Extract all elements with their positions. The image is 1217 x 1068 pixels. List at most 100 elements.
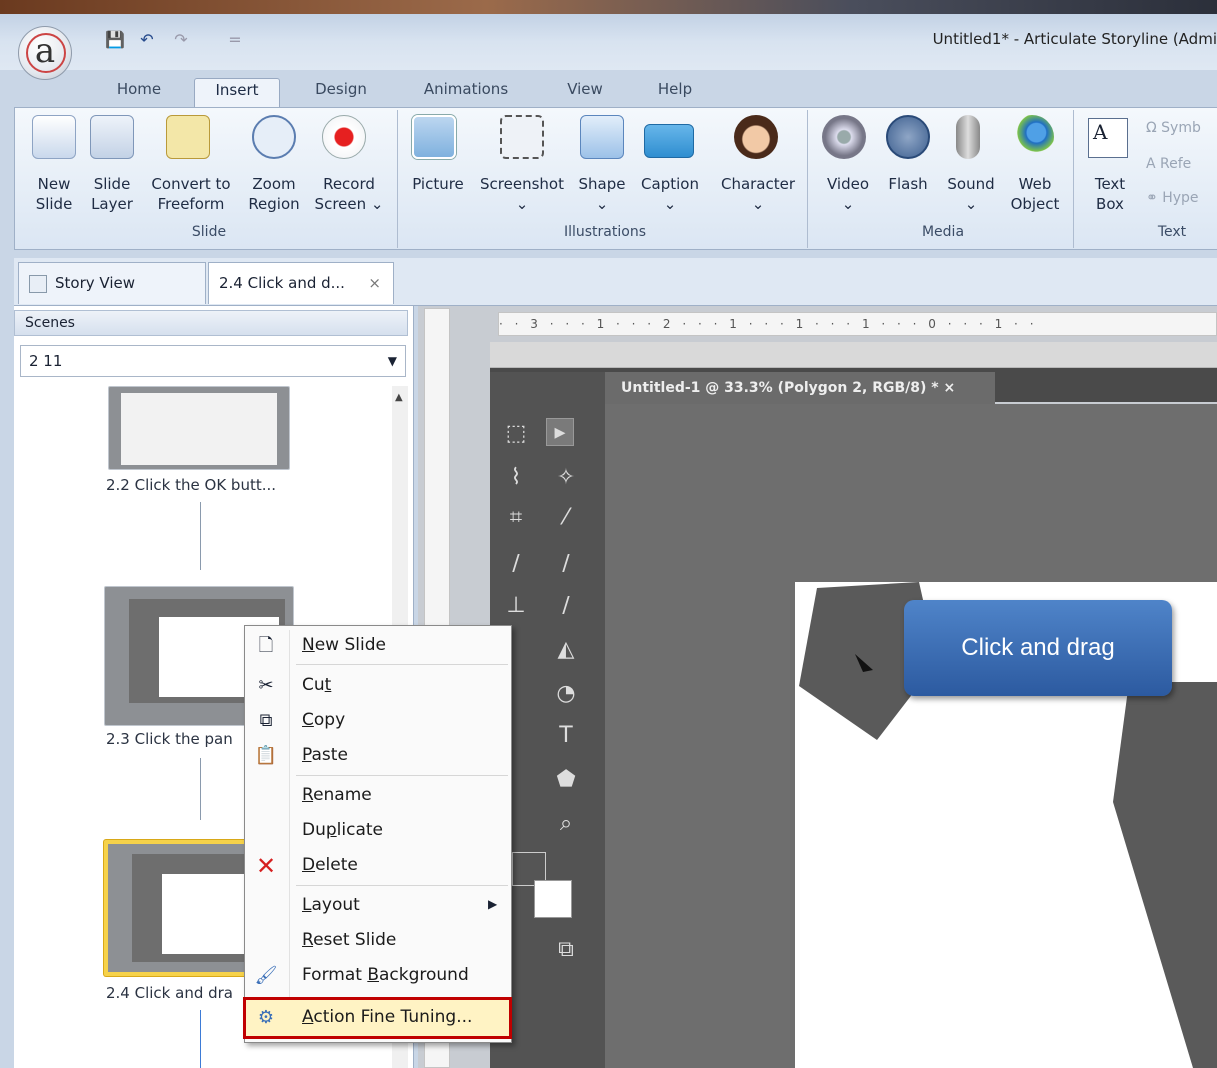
new-slide-button[interactable]: New Slide [28,174,80,214]
character-button[interactable]: Character ⌄ [714,174,802,214]
group-label-illustrations: Illustrations [563,224,646,240]
slide-label: 2.3 Click the pan [106,730,233,748]
callout-click-and-drag: Click and drag [904,600,1172,696]
menu-item-new-slide[interactable]: New Slide [244,628,512,663]
format-background-icon: 🖌 [254,965,278,986]
group-label-media: Media [921,224,965,240]
tab-view[interactable]: View [550,78,620,108]
slide-layer-button[interactable]: Slide Layer [86,174,138,214]
reference-button[interactable]: A Refe [1146,156,1191,172]
type-tool-icon: T [559,723,573,748]
stamp-tool-icon: ⊥ [506,593,526,618]
action-fine-tuning-icon: ⚙ [257,1007,275,1028]
customize-icon[interactable]: = [224,30,246,50]
tab-insert[interactable]: Insert [194,78,280,108]
save-icon[interactable]: 💾 [104,30,126,50]
eyedropper-icon: ⁄ [564,505,568,530]
menu-item-copy[interactable]: Copy [244,703,512,738]
menu-item-action-fine-tuning[interactable]: Action Fine Tuning... [244,1000,512,1035]
shape-icon [580,115,624,159]
undo-icon[interactable]: ↶ [136,30,158,50]
menu-item-delete[interactable]: Delete [244,848,512,883]
tab-slide-2-4[interactable]: 2.4 Click and d... × [208,262,394,304]
shape-tool-icon: ⬟ [556,767,576,792]
chevron-down-icon: ▼ [387,354,397,368]
connector-line [200,758,201,820]
new-slide-icon [32,115,76,159]
brush-tool-icon: ∕ [562,551,570,576]
flash-button[interactable]: Flash [880,174,936,194]
group-label-text: Text [1157,224,1187,240]
menu-separator [296,664,508,665]
scene-select[interactable]: 2 11 ▼ [20,345,406,377]
menu-separator [296,885,508,886]
picture-icon [412,115,456,159]
symbol-button[interactable]: Ω Symb [1146,120,1201,136]
tab-design[interactable]: Design [296,78,386,108]
web-object-icon [1010,115,1054,159]
story-view-icon [29,274,47,293]
menu-item-rename[interactable]: Rename [244,778,512,813]
menu-item-cut[interactable]: Cut [244,668,512,703]
menu-item-format-background[interactable]: Format Background [244,958,512,993]
screen-mode-icon: ⧉ [558,937,574,962]
connector-line [200,1010,201,1068]
tab-animations[interactable]: Animations [406,78,526,108]
tab-home[interactable]: Home [100,78,178,108]
menu-item-layout[interactable]: Layout [244,888,512,923]
menu-separator [296,775,508,776]
screenshot-button[interactable]: Screenshot ⌄ [474,174,570,214]
convert-freeform-icon [166,115,210,159]
scenes-header: Scenes [14,310,408,336]
cut-icon: ✂ [258,675,274,696]
horizontal-ruler: · · 3 · · · 1 · · · 2 · · · 1 · · · 1 · … [498,312,1217,336]
connector-line [200,502,201,570]
slide-thumbnail[interactable] [108,386,290,470]
sound-button[interactable]: Sound ⌄ [940,174,1002,214]
caption-icon [644,124,694,158]
character-icon [734,115,778,159]
delete-icon: ✕ [255,852,277,880]
polygon-shape [1113,682,1217,1068]
magic-wand-icon: ✧ [556,465,576,490]
menu-item-reset-slide[interactable]: Reset Slide [244,923,512,958]
lasso-tool-icon: ⌇ [510,465,522,490]
healing-brush-icon: ∕ [512,551,520,576]
background-color-icon [534,880,572,918]
record-screen-button[interactable]: Record Screen ⌄ [310,174,388,214]
move-tool-icon: ▸ [546,418,574,446]
text-box-icon: A [1088,118,1128,158]
redo-icon[interactable]: ↷ [170,30,192,50]
hyperlink-button[interactable]: ⚭ Hype [1146,190,1199,206]
copy-icon: ⧉ [259,710,273,731]
zoom-region-button[interactable]: Zoom Region [242,174,306,214]
slide-label: 2.2 Click the OK butt... [106,476,277,494]
paste-icon: 📋 [254,745,278,766]
submenu-arrow-icon: ▶ [488,897,498,911]
close-tab-icon[interactable]: × [368,263,381,303]
app-menu-button[interactable]: a [18,26,72,80]
convert-to-freeform-button[interactable]: Convert to Freeform [144,174,238,214]
group-label-slide: Slide [191,224,227,240]
video-button[interactable]: Video ⌄ [818,174,878,214]
flash-icon [886,115,930,159]
zoom-tool-icon: ⌕ [559,811,573,836]
video-icon [822,115,866,159]
ps-options-bar [490,342,1217,368]
desktop-strip [0,0,1217,14]
tab-story-view[interactable]: Story View [18,262,206,304]
text-box-button[interactable]: Text Box [1082,174,1138,214]
screenshot-icon [500,115,544,159]
menu-item-duplicate[interactable]: Duplicate [244,813,512,848]
marquee-tool-icon: ⬚ [505,421,527,446]
crop-tool-icon: ⌗ [509,505,523,530]
web-object-button[interactable]: Web Object [1004,174,1066,214]
tab-help[interactable]: Help [640,78,710,108]
menu-item-paste[interactable]: Paste [244,738,512,773]
fill-tool-icon: ◭ [557,637,575,662]
shape-button[interactable]: Shape ⌄ [574,174,630,214]
dodge-tool-icon: ◔ [556,681,576,706]
ps-document-tab: Untitled-1 @ 33.3% (Polygon 2, RGB/8) * … [605,372,995,404]
caption-button[interactable]: Caption ⌄ [634,174,706,214]
picture-button[interactable]: Picture [408,174,468,194]
